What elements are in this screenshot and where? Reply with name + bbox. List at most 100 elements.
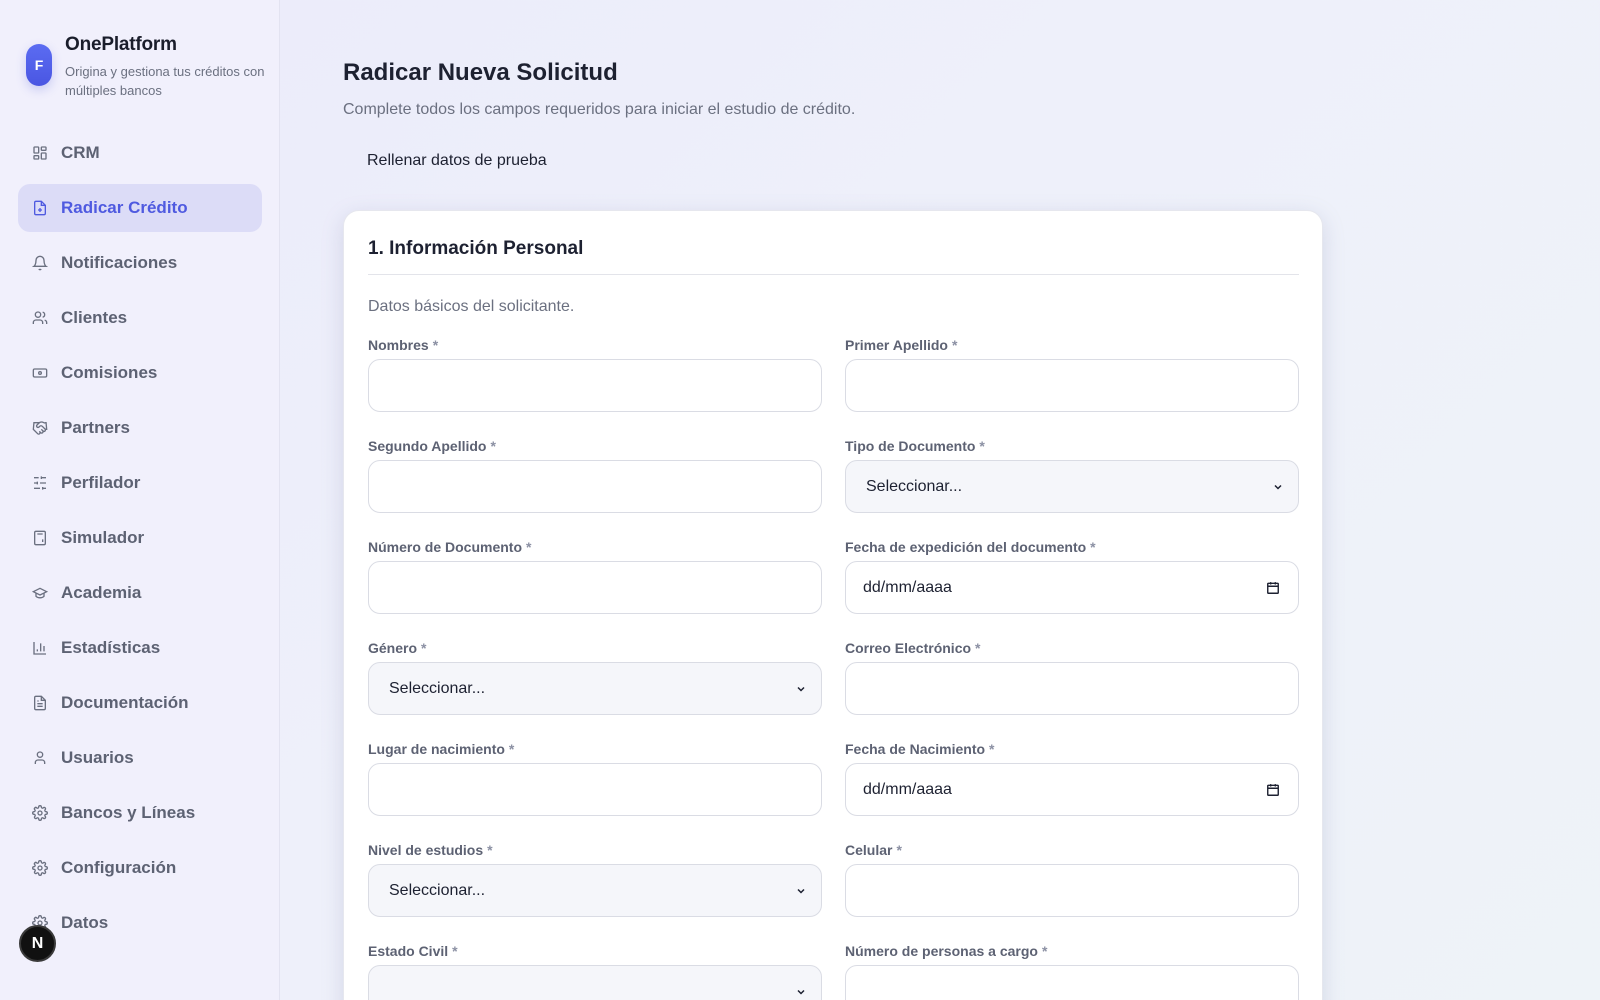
date-placeholder: dd/mm/aaaa xyxy=(863,578,952,596)
field-label-text: Número de personas a cargo xyxy=(845,943,1038,959)
chevron-down-icon xyxy=(795,986,807,998)
sidebar-item-documentacion[interactable]: Documentación xyxy=(18,679,262,727)
dev-tools-badge[interactable]: N xyxy=(19,925,56,962)
section-description: Datos básicos del solicitante. xyxy=(368,298,575,315)
required-asterisk: * xyxy=(508,741,515,757)
sidebar-item-label: CRM xyxy=(61,143,100,162)
field-label-text: Tipo de Documento xyxy=(845,438,976,454)
field-fecha-de-nacimiento: Fecha de Nacimiento * dd/mm/aaaa xyxy=(845,741,1299,842)
sidebar-item-label: Partners xyxy=(61,418,130,437)
required-asterisk: * xyxy=(421,640,427,656)
fill-test-data-button[interactable]: Rellenar datos de prueba xyxy=(367,152,547,170)
sidebar-item-usuarios[interactable]: Usuarios xyxy=(18,734,262,782)
brand-tagline: Origina y gestiona tus créditos con múlt… xyxy=(65,64,265,98)
chevron-down-icon xyxy=(795,885,807,897)
sidebar-item-academia[interactable]: Academia xyxy=(18,569,262,617)
field-genero: Género * Seleccionar... xyxy=(368,640,822,741)
calendar-icon[interactable] xyxy=(1266,581,1280,595)
field-label-text: Segundo Apellido xyxy=(368,438,487,454)
field-label: Correo Electrónico * xyxy=(845,640,980,656)
required-asterisk: * xyxy=(979,438,985,454)
sidebar-item-label: Academia xyxy=(61,583,142,602)
sidebar-item-bancos-y-lineas[interactable]: Bancos y Líneas xyxy=(18,789,262,837)
sidebar-item-label: Documentación xyxy=(61,693,189,712)
field-label: Nombres * xyxy=(368,337,438,353)
sidebar-item-radicar-credito[interactable]: Radicar Crédito xyxy=(18,184,262,232)
gear-icon xyxy=(32,805,48,821)
sidebar-item-label: Usuarios xyxy=(61,748,134,767)
required-asterisk: * xyxy=(989,741,995,757)
field-correo-electronico: Correo Electrónico * xyxy=(845,640,1299,741)
field-label-text: Estado Civil xyxy=(368,943,449,959)
correo-electronico-input[interactable] xyxy=(845,662,1299,715)
fecha-de-expedicion-del-documento-date-input[interactable]: dd/mm/aaaa xyxy=(845,561,1299,614)
user-icon xyxy=(32,750,48,766)
segundo-apellido-input[interactable] xyxy=(368,460,822,513)
grid-icon xyxy=(32,145,48,161)
graduation-cap-icon xyxy=(32,585,48,601)
sidebar-item-configuracion[interactable]: Configuración xyxy=(18,844,262,892)
required-asterisk: * xyxy=(896,842,902,858)
calculator-icon xyxy=(32,530,48,546)
brand-name: OnePlatform xyxy=(65,34,177,55)
required-asterisk: * xyxy=(951,337,958,353)
field-label: Lugar de nacimiento * xyxy=(368,741,514,757)
sidebar-item-label: Estadísticas xyxy=(61,638,161,657)
numero-de-personas-a-cargo-input[interactable] xyxy=(845,965,1299,1000)
brand: F OnePlatform Origina y gestiona tus cré… xyxy=(26,34,266,104)
calendar-icon[interactable] xyxy=(1266,783,1280,797)
sidebar-item-notificaciones[interactable]: Notificaciones xyxy=(18,239,262,287)
sidebar-item-crm[interactable]: CRM xyxy=(18,129,262,177)
field-label: Fecha de Nacimiento * xyxy=(845,741,995,757)
brand-logo[interactable]: F xyxy=(26,44,52,86)
form-fields: Nombres * Primer Apellido * Segundo Apellido… xyxy=(368,337,1299,1000)
sidebar-item-label: Datos xyxy=(61,913,109,932)
required-asterisk: * xyxy=(1041,943,1048,959)
sidebar-item-label: Simulador xyxy=(61,528,145,547)
field-label-text: Nivel de estudios xyxy=(368,842,484,858)
sidebar-item-label: Comisiones xyxy=(61,363,158,382)
estado-civil-select[interactable] xyxy=(368,965,822,1000)
sidebar-item-clientes[interactable]: Clientes xyxy=(18,294,262,342)
select-value: Seleccionar... xyxy=(866,477,963,495)
genero-select[interactable]: Seleccionar... xyxy=(368,662,822,715)
sidebar-item-label: Perfilador xyxy=(61,473,141,492)
fecha-de-nacimiento-date-input[interactable]: dd/mm/aaaa xyxy=(845,763,1299,816)
celular-input[interactable] xyxy=(845,864,1299,917)
sidebar-item-simulador[interactable]: Simulador xyxy=(18,514,262,562)
sidebar-nav: CRM Radicar Crédito Notificaciones Clientes… xyxy=(18,129,262,954)
date-placeholder: dd/mm/aaaa xyxy=(863,780,952,798)
field-label: Fecha de expedición del documento * xyxy=(845,539,1096,555)
tipo-de-documento-select[interactable]: Seleccionar... xyxy=(845,460,1299,513)
select-value: Seleccionar... xyxy=(389,679,486,697)
nivel-de-estudios-select[interactable]: Seleccionar... xyxy=(368,864,822,917)
field-label-text: Fecha de Nacimiento xyxy=(845,741,986,757)
gear-icon xyxy=(32,860,48,876)
field-label-text: Género xyxy=(368,640,418,656)
numero-de-documento-input[interactable] xyxy=(368,561,822,614)
handshake-icon xyxy=(32,420,48,436)
nombres-input[interactable] xyxy=(368,359,822,412)
field-label-text: Lugar de nacimiento xyxy=(368,741,505,757)
sidebar-item-label: Bancos y Líneas xyxy=(61,803,196,822)
field-label-text: Nombres xyxy=(368,337,429,353)
document-icon xyxy=(32,695,48,711)
field-lugar-de-nacimiento: Lugar de nacimiento * xyxy=(368,741,822,842)
sidebar-item-estadisticas[interactable]: Estadísticas xyxy=(18,624,262,672)
sidebar-item-perfilador[interactable]: Perfilador xyxy=(18,459,262,507)
sidebar-item-comisiones[interactable]: Comisiones xyxy=(18,349,262,397)
bar-chart-icon xyxy=(32,640,48,656)
primer-apellido-input[interactable] xyxy=(845,359,1299,412)
personal-info-card: 1. Información Personal Datos básicos de… xyxy=(343,210,1323,1000)
field-label-text: Correo Electrónico xyxy=(845,640,972,656)
page-title: Radicar Nueva Solicitud xyxy=(343,59,618,86)
lugar-de-nacimiento-input[interactable] xyxy=(368,763,822,816)
field-label-text: Celular xyxy=(845,842,893,858)
sidebar-item-partners[interactable]: Partners xyxy=(18,404,262,452)
page-subtitle: Complete todos los campos requeridos par… xyxy=(343,101,856,118)
users-icon xyxy=(32,310,48,326)
required-asterisk: * xyxy=(526,539,532,555)
field-numero-de-personas-a-cargo: Número de personas a cargo * xyxy=(845,943,1299,1000)
file-plus-icon xyxy=(32,200,48,216)
field-fecha-de-expedicion-del-documento: Fecha de expedición del documento * dd/mm/… xyxy=(845,539,1299,640)
